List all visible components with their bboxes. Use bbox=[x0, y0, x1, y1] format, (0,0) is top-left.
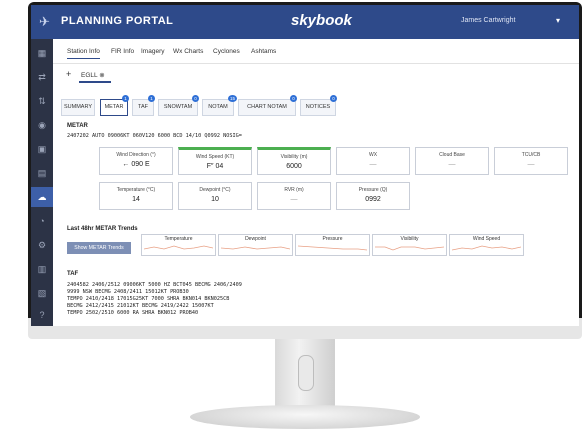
tools-icon[interactable]: ▣ bbox=[31, 139, 53, 159]
calendar-icon[interactable]: ▤ bbox=[31, 163, 53, 183]
badge-count: 1 bbox=[148, 95, 155, 102]
badge-count: 0 bbox=[290, 95, 297, 102]
metar-raw-text: 2407202 AUTO 09006KT 060V120 6000 BCD 14… bbox=[67, 133, 242, 139]
card-dewpoint: Dewpoint (°C) 10 bbox=[178, 182, 252, 210]
taf-line: TEMPO 2410/2418 17015G25KT 7000 SHRA BKN… bbox=[67, 296, 230, 302]
subtab-chart-notam[interactable]: CHART NOTAM 0 bbox=[238, 95, 297, 116]
card-pressure: Pressure (Q) 0992 bbox=[336, 182, 410, 210]
subtab-summary[interactable]: SUMMARY bbox=[61, 99, 95, 116]
weather-icon[interactable]: ☁ bbox=[31, 187, 53, 207]
documents-icon[interactable]: ▥ bbox=[31, 259, 53, 279]
monitor-base bbox=[190, 405, 420, 429]
tab-wx-charts[interactable]: Wx Charts bbox=[173, 48, 203, 55]
taf-line: 9999 NSW BECMG 2408/2411 15012KT PROB30 bbox=[67, 289, 189, 295]
chevron-down-icon[interactable]: ▾ bbox=[556, 16, 560, 25]
tab-imagery[interactable]: Imagery bbox=[141, 48, 164, 55]
subtab-snowtam[interactable]: SNOWTAM 0 bbox=[158, 95, 199, 116]
station-tab-egll[interactable]: EGLL ⊗ bbox=[81, 71, 105, 79]
metar-heading: METAR bbox=[67, 123, 88, 129]
screen: ✈ PLANNING PORTAL skybook James Cartwrig… bbox=[31, 5, 579, 326]
station-row: + EGLL ⊗ bbox=[53, 63, 579, 85]
app-logo-icon: ✈ bbox=[39, 14, 50, 29]
taf-line: 2404582 2406/2512 09006KT 5000 HZ BCT045… bbox=[67, 282, 242, 288]
card-tcu-cb: TCU/CB — bbox=[494, 147, 568, 175]
dashboard-icon[interactable]: ▦ bbox=[31, 43, 53, 63]
trend-visibility[interactable]: Visibility bbox=[372, 234, 447, 256]
globe-icon[interactable]: ◉ bbox=[31, 115, 53, 135]
trend-dewpoint[interactable]: Dewpoint bbox=[218, 234, 293, 256]
badge-count: 0 bbox=[330, 95, 337, 102]
station-tab-underline bbox=[79, 81, 111, 83]
sidebar: ▦ ⇄ ⇅ ◉ ▣ ▤ ☁ ◔ ⚙ ▥ ▧ ? bbox=[31, 39, 53, 326]
top-bar: ✈ PLANNING PORTAL skybook James Cartwrig… bbox=[31, 5, 579, 39]
badge-count: 1 bbox=[122, 95, 129, 102]
trend-temperature[interactable]: Temperature bbox=[141, 234, 216, 256]
card-temperature: Temperature (°C) 14 bbox=[99, 182, 173, 210]
badge-count: 0 bbox=[192, 95, 199, 102]
trend-wind-speed[interactable]: Wind Speed bbox=[449, 234, 524, 256]
fuel-icon[interactable]: ◔ bbox=[31, 211, 53, 231]
badge-count: 15 bbox=[228, 95, 237, 102]
taf-line: TEMPO 2502/2510 6000 RA SHRA BKN012 PROB… bbox=[67, 310, 199, 316]
show-metar-trends-button[interactable]: Show METAR Trends bbox=[67, 242, 131, 254]
subtab-notam[interactable]: NOTAM 15 bbox=[202, 95, 237, 116]
tab-bar: Station Info FIR Info Imagery Wx Charts … bbox=[53, 39, 579, 64]
brand-logo: skybook bbox=[291, 12, 352, 29]
stand-cable-slot bbox=[298, 355, 314, 391]
subtab-taf[interactable]: TAF 1 bbox=[132, 95, 155, 116]
route-icon[interactable]: ⇄ bbox=[31, 67, 53, 87]
reports-icon[interactable]: ▧ bbox=[31, 283, 53, 303]
help-icon[interactable]: ? bbox=[31, 305, 53, 325]
main-content: Station Info FIR Info Imagery Wx Charts … bbox=[53, 39, 579, 326]
card-visibility: Visibility (m) 6000 bbox=[257, 147, 331, 175]
card-wind-direction: Wind Direction (°) ← 090 E bbox=[99, 147, 173, 175]
card-wind-speed: Wind Speed (KT) F″ 04 bbox=[178, 147, 252, 175]
tab-cyclones[interactable]: Cyclones bbox=[213, 48, 240, 55]
taf-heading: TAF bbox=[67, 271, 79, 277]
settings-icon[interactable]: ⚙ bbox=[31, 235, 53, 255]
tab-fir-info[interactable]: FIR Info bbox=[111, 48, 134, 55]
card-cloud-base: Cloud Base — bbox=[415, 147, 489, 175]
add-station-icon[interactable]: + bbox=[66, 69, 71, 79]
tab-ashtams[interactable]: Ashtams bbox=[251, 48, 276, 55]
user-name[interactable]: James Cartwright bbox=[461, 17, 515, 24]
flights-icon[interactable]: ⇅ bbox=[31, 91, 53, 111]
card-wx: WX — bbox=[336, 147, 410, 175]
tab-station-info[interactable]: Station Info bbox=[67, 48, 100, 59]
trends-heading: Last 48hr METAR Trends bbox=[67, 226, 138, 232]
trend-pressure[interactable]: Pressure bbox=[295, 234, 370, 256]
taf-line: BECMG 2412/2415 21012KT BECMG 2419/2422 … bbox=[67, 303, 214, 309]
app-title: PLANNING PORTAL bbox=[61, 15, 174, 27]
subtab-notices[interactable]: NOTICES 0 bbox=[300, 95, 337, 116]
card-rvr: RVR (m) — bbox=[257, 182, 331, 210]
subtab-metar[interactable]: METAR 1 bbox=[100, 95, 129, 116]
